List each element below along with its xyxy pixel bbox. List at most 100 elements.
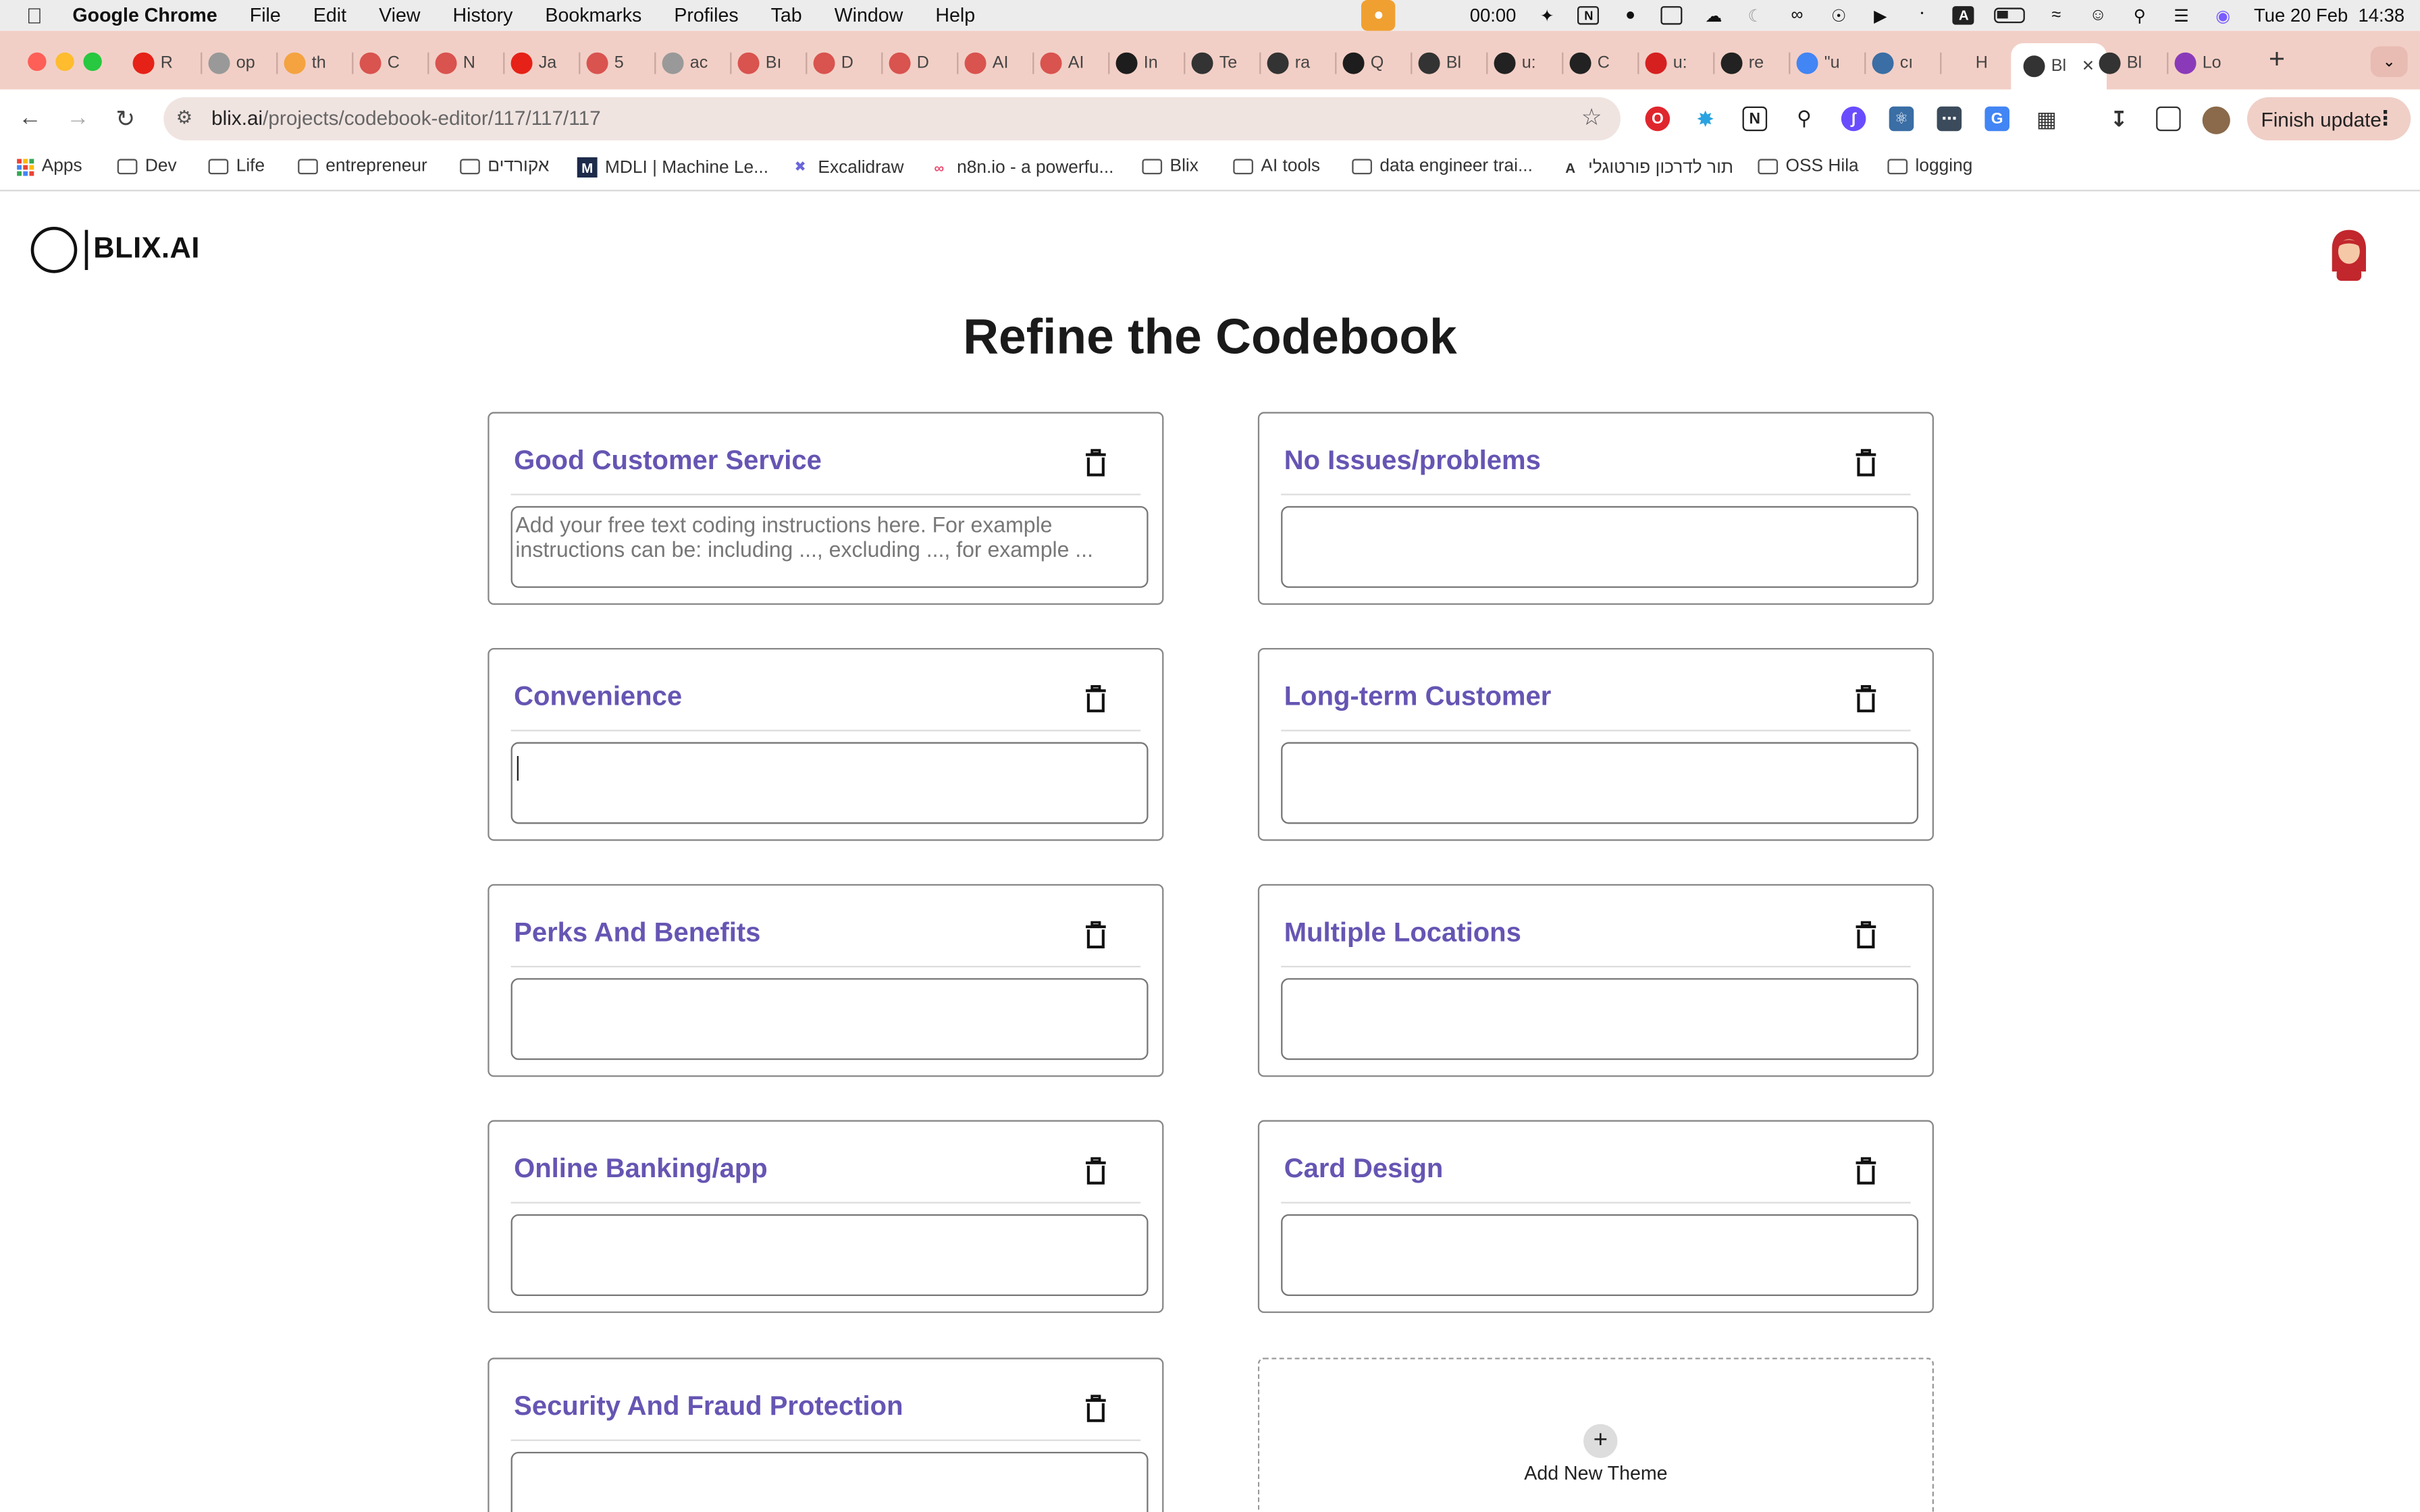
theme-title[interactable]: Security And Fraud Protection [514, 1390, 903, 1422]
tab-search-chevron-icon[interactable]: ⌄ [2370, 46, 2408, 78]
browser-tab[interactable]: "u [1796, 43, 1840, 83]
accessibility-icon[interactable]: ☉ [1828, 6, 1849, 25]
bookmark-item[interactable]: Life [208, 157, 265, 176]
theme-title[interactable]: Convenience [514, 680, 682, 713]
profile-avatar-icon[interactable] [2202, 106, 2230, 134]
browser-tab[interactable]: Lo [2174, 43, 2221, 83]
trash-icon[interactable] [1085, 449, 1107, 477]
browser-tab[interactable]: N [435, 43, 475, 83]
sparkle-extension-icon[interactable]: ✸ [1693, 106, 1718, 132]
theme-instructions-input[interactable] [1281, 978, 1919, 1060]
browser-tab[interactable]: R [132, 43, 173, 83]
reload-icon[interactable]: ↻ [115, 105, 135, 133]
address-bar[interactable]: ⚙ blix.ai/projects/codebook-editor/117/1… [163, 97, 1621, 140]
search-extension-icon[interactable]: ⚲ [1792, 107, 1817, 132]
bluetooth-icon[interactable]: ᛫ [1912, 6, 1933, 24]
back-arrow-icon[interactable]: ← [18, 105, 41, 131]
trash-icon[interactable] [1085, 921, 1107, 949]
address-url[interactable]: blix.ai/projects/codebook-editor/117/117… [211, 107, 601, 130]
browser-tab[interactable]: ra [1267, 43, 1310, 83]
battery-icon[interactable] [1994, 7, 2026, 24]
side-panel-icon[interactable] [2156, 106, 2181, 132]
bookmark-item[interactable]: Dev [117, 157, 177, 176]
browser-tab[interactable]: u: [1494, 43, 1536, 83]
browser-tab[interactable]: Bı [737, 43, 781, 83]
user-avatar-icon[interactable] [2327, 228, 2371, 281]
bookmark-item[interactable]: M MDLI | Machine Le... [577, 157, 768, 178]
extensions-puzzle-icon[interactable]: ▦ [2034, 106, 2059, 132]
trash-icon[interactable] [1855, 449, 1876, 477]
theme-title[interactable]: Long-term Customer [1284, 680, 1552, 713]
theme-instructions-input[interactable] [510, 978, 1149, 1060]
theme-title[interactable]: Perks And Benefits [514, 917, 760, 949]
blix-logo[interactable]: BLIX.AI [30, 226, 200, 273]
bookmark-item[interactable]: Blix [1142, 157, 1199, 176]
spotlight-search-icon[interactable]: ⚲ [2129, 6, 2151, 25]
site-info-icon[interactable]: ⚙ [176, 107, 193, 128]
bookmark-star-icon[interactable]: ☆ [1581, 103, 1602, 131]
bookmark-item[interactable]: OSS Hila [1758, 157, 1859, 176]
theme-instructions-input[interactable] [510, 742, 1149, 824]
notion-extension-icon[interactable]: N [1742, 106, 1768, 132]
browser-tab[interactable]: D [889, 43, 929, 83]
elephant-icon[interactable]: ● [1620, 6, 1641, 24]
extension-dark-icon[interactable]: ⋯ [1937, 106, 1962, 132]
menu-edit[interactable]: Edit [313, 5, 346, 26]
minimize-window-icon[interactable] [55, 52, 74, 72]
add-new-theme-label[interactable]: Add New Theme [1259, 1463, 1932, 1484]
opera-extension-icon[interactable]: O [1645, 106, 1671, 132]
input-source-icon[interactable]: A [1953, 6, 1975, 25]
browser-tab[interactable]: op [208, 43, 255, 83]
browser-tab[interactable]: Ja [510, 43, 556, 83]
browser-tab[interactable]: H [1947, 43, 1988, 83]
bookmark-item[interactable]: AI tools [1233, 157, 1320, 176]
bookmark-item[interactable]: ✖ Excalidraw [790, 157, 903, 178]
bookmark-item[interactable]: data engineer trai... [1352, 157, 1533, 176]
menu-window[interactable]: Window [835, 5, 903, 26]
browser-tab[interactable]: Bl ✕ [2011, 43, 2107, 90]
maximize-window-icon[interactable] [83, 52, 102, 72]
menu-view[interactable]: View [379, 5, 420, 26]
bookmark-item[interactable]: אקורדים [460, 157, 549, 176]
plus-icon[interactable]: + [1583, 1424, 1618, 1458]
menu-history[interactable]: History [452, 5, 512, 26]
close-window-icon[interactable] [28, 52, 47, 72]
browser-tab[interactable]: Te [1191, 43, 1237, 83]
browser-tab[interactable]: D [813, 43, 853, 83]
weather-icon[interactable]: ☁ [1703, 6, 1725, 25]
wifi-icon[interactable]: ≈ [2045, 6, 2067, 24]
menu-app-name[interactable]: Google Chrome [72, 5, 217, 26]
bookmark-item[interactable]: logging [1887, 157, 1972, 176]
browser-tab[interactable]: Bl [1418, 43, 1461, 83]
trash-icon[interactable] [1855, 921, 1876, 949]
bookmark-item[interactable]: Apps [17, 157, 82, 176]
cursor-icon[interactable]: ✦ [1536, 6, 1558, 25]
browser-tab[interactable]: u: [1645, 43, 1687, 83]
browser-tab[interactable]: AI [964, 43, 1008, 83]
trash-icon[interactable] [1085, 684, 1107, 713]
browser-tab[interactable]: th [284, 43, 326, 83]
microphone-icon[interactable]: ● [1361, 0, 1396, 31]
trash-icon[interactable] [1855, 684, 1876, 713]
close-tab-icon[interactable]: ✕ [2082, 58, 2095, 75]
forward-arrow-icon[interactable]: → [66, 105, 89, 131]
sidebar-icon[interactable] [1661, 6, 1683, 25]
react-devtools-icon[interactable]: ⚛ [1889, 106, 1914, 132]
menu-profiles[interactable]: Profiles [674, 5, 738, 26]
theme-instructions-input[interactable] [1281, 1214, 1919, 1296]
theme-title[interactable]: Multiple Locations [1284, 917, 1521, 949]
trash-icon[interactable] [1085, 1395, 1107, 1422]
user-icon[interactable]: ☺ [2087, 6, 2109, 24]
menu-tab[interactable]: Tab [771, 5, 802, 26]
theme-instructions-input[interactable] [1281, 742, 1919, 824]
trash-icon[interactable] [1855, 1157, 1876, 1185]
browser-tab[interactable]: 5 [586, 43, 624, 83]
timer-readout[interactable]: 00:00 [1470, 5, 1517, 26]
theme-instructions-input[interactable] [510, 1451, 1149, 1512]
bookmark-item[interactable]: entrepreneur [298, 157, 427, 176]
browser-tab[interactable]: re [1720, 43, 1764, 83]
control-center-icon[interactable]: ☰ [2171, 6, 2192, 25]
new-tab-button[interactable]: + [2269, 43, 2285, 76]
theme-title[interactable]: Online Banking/app [514, 1152, 768, 1185]
browser-tab[interactable]: C [359, 43, 400, 83]
